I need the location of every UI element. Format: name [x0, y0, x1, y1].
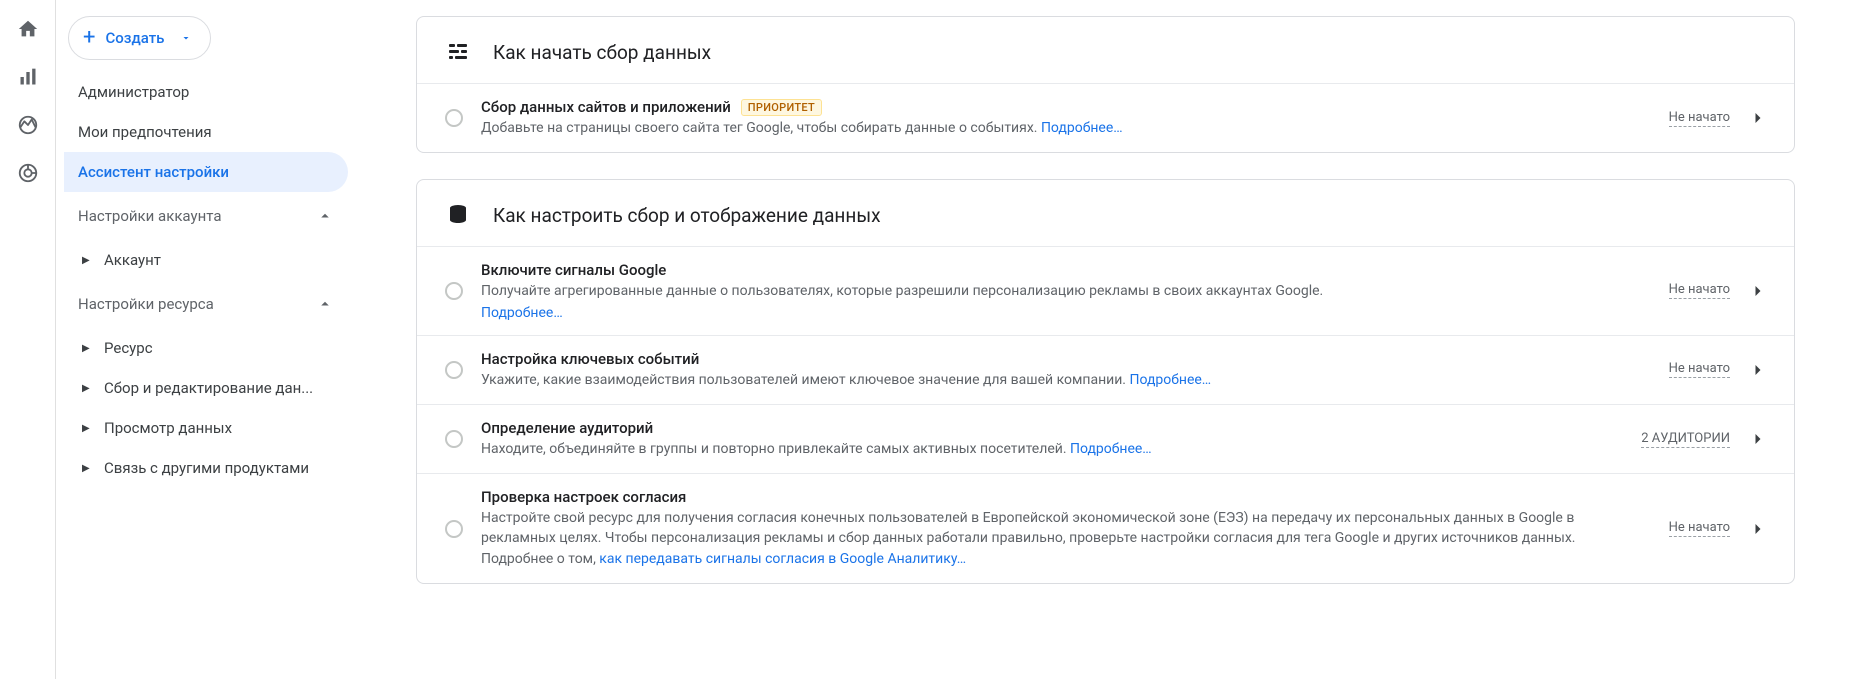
chevron-right-icon — [1748, 281, 1768, 301]
status-badge: Не начато — [1669, 520, 1730, 537]
caret-right-icon: ▶ — [82, 463, 92, 474]
task-audiences[interactable]: Определение аудиторий Находите, объединя… — [417, 404, 1794, 473]
explore-icon[interactable] — [17, 114, 39, 136]
task-desc: Получайте агрегированные данные о пользо… — [481, 281, 1651, 301]
radio-icon — [445, 430, 463, 448]
caret-right-icon: ▶ — [82, 423, 92, 434]
task-desc: Находите, объединяйте в группы и повторн… — [481, 439, 1623, 459]
learn-more-link[interactable]: Подробнее… — [1129, 372, 1211, 388]
task-consent-check[interactable]: Проверка настроек согласия Настройте сво… — [417, 473, 1794, 583]
subitem-label: Связь с другими продуктами — [104, 459, 309, 477]
nav-data-collection[interactable]: ▶ Сбор и редактирование дан... — [64, 368, 348, 408]
group-property-settings[interactable]: Настройки ресурса — [64, 280, 348, 328]
chevron-right-icon — [1748, 429, 1768, 449]
learn-more-link[interactable]: как передавать сигналы согласия в Google… — [599, 551, 966, 567]
card-configure-data: Как настроить сбор и отображение данных … — [416, 179, 1795, 584]
task-key-events[interactable]: Настройка ключевых событий Укажите, каки… — [417, 335, 1794, 404]
card-header: Как настроить сбор и отображение данных — [417, 180, 1794, 246]
learn-more-link[interactable]: Подробнее… — [481, 305, 563, 321]
reports-icon[interactable] — [17, 66, 39, 88]
plus-icon: + — [83, 27, 95, 49]
task-desc-text: Добавьте на страницы своего сайта тег Go… — [481, 120, 1041, 136]
sidebar: + Создать Администратор Мои предпочтения… — [56, 0, 356, 679]
task-title: Настройка ключевых событий — [481, 350, 699, 368]
task-desc: Настройте свой ресурс для получения согл… — [481, 508, 1651, 569]
task-body: Проверка настроек согласия Настройте сво… — [481, 488, 1651, 569]
chevron-right-icon — [1748, 108, 1768, 128]
create-label: Создать — [105, 29, 164, 47]
task-desc: Добавьте на страницы своего сайта тег Go… — [481, 118, 1651, 138]
subitem-label: Аккаунт — [104, 251, 161, 269]
chevron-up-icon — [316, 295, 334, 313]
card-header: Как начать сбор данных — [417, 17, 1794, 83]
task-title: Проверка настроек согласия — [481, 488, 686, 506]
status-badge: Не начато — [1669, 282, 1730, 299]
chevron-right-icon — [1748, 360, 1768, 380]
subitem-label: Ресурс — [104, 339, 153, 357]
main-content: Как начать сбор данных Сбор данных сайто… — [356, 0, 1855, 679]
nav-property[interactable]: ▶ Ресурс — [64, 328, 348, 368]
caret-right-icon: ▶ — [82, 255, 92, 266]
nav-product-links[interactable]: ▶ Связь с другими продуктами — [64, 448, 348, 488]
caret-right-icon: ▶ — [82, 383, 92, 394]
subitem-label: Сбор и редактирование дан... — [104, 379, 313, 397]
task-google-signals[interactable]: Включите сигналы Google Получайте агреги… — [417, 246, 1794, 334]
create-button[interactable]: + Создать — [68, 16, 211, 60]
task-body: Определение аудиторий Находите, объединя… — [481, 419, 1623, 459]
task-title: Сбор данных сайтов и приложений — [481, 98, 731, 116]
group-label: Настройки ресурса — [78, 295, 214, 313]
caret-right-icon: ▶ — [82, 343, 92, 354]
radio-icon — [445, 109, 463, 127]
nav-prefs[interactable]: Мои предпочтения — [64, 112, 348, 152]
card-title: Как настроить сбор и отображение данных — [493, 204, 881, 227]
task-desc: Укажите, какие взаимодействия пользовате… — [481, 370, 1651, 390]
nav-data-display[interactable]: ▶ Просмотр данных — [64, 408, 348, 448]
left-rail — [0, 0, 56, 679]
database-icon — [445, 202, 471, 228]
task-title: Включите сигналы Google — [481, 261, 666, 279]
learn-more-link[interactable]: Подробнее… — [1070, 441, 1152, 457]
radio-icon — [445, 282, 463, 300]
priority-badge: ПРИОРИТЕТ — [741, 99, 822, 116]
task-title: Определение аудиторий — [481, 419, 653, 437]
card-title: Как начать сбор данных — [493, 41, 711, 64]
chevron-right-icon — [1748, 519, 1768, 539]
radio-icon — [445, 361, 463, 379]
task-body: Включите сигналы Google Получайте агреги… — [481, 261, 1651, 320]
radio-icon — [445, 520, 463, 538]
status-badge: 2 АУДИТОРИИ — [1641, 431, 1730, 448]
stream-icon — [445, 39, 471, 65]
chevron-up-icon — [316, 207, 334, 225]
learn-more-link[interactable]: Подробнее… — [1041, 120, 1123, 136]
status-badge: Не начато — [1669, 110, 1730, 127]
advertising-icon[interactable] — [17, 162, 39, 184]
group-label: Настройки аккаунта — [78, 207, 221, 225]
card-start-collection: Как начать сбор данных Сбор данных сайто… — [416, 16, 1795, 153]
nav-assistant[interactable]: Ассистент настройки — [64, 152, 348, 192]
nav-account[interactable]: ▶ Аккаунт — [64, 240, 348, 280]
chevron-down-icon — [180, 32, 192, 44]
subitem-label: Просмотр данных — [104, 419, 232, 437]
task-web-app-collection[interactable]: Сбор данных сайтов и приложений ПРИОРИТЕ… — [417, 83, 1794, 152]
group-account-settings[interactable]: Настройки аккаунта — [64, 192, 348, 240]
task-desc-text: Находите, объединяйте в группы и повторн… — [481, 441, 1070, 457]
task-desc-text: Укажите, какие взаимодействия пользовате… — [481, 372, 1129, 388]
nav-admin[interactable]: Администратор — [64, 72, 348, 112]
task-body: Настройка ключевых событий Укажите, каки… — [481, 350, 1651, 390]
status-badge: Не начато — [1669, 361, 1730, 378]
home-icon[interactable] — [17, 18, 39, 40]
task-body: Сбор данных сайтов и приложений ПРИОРИТЕ… — [481, 98, 1651, 138]
